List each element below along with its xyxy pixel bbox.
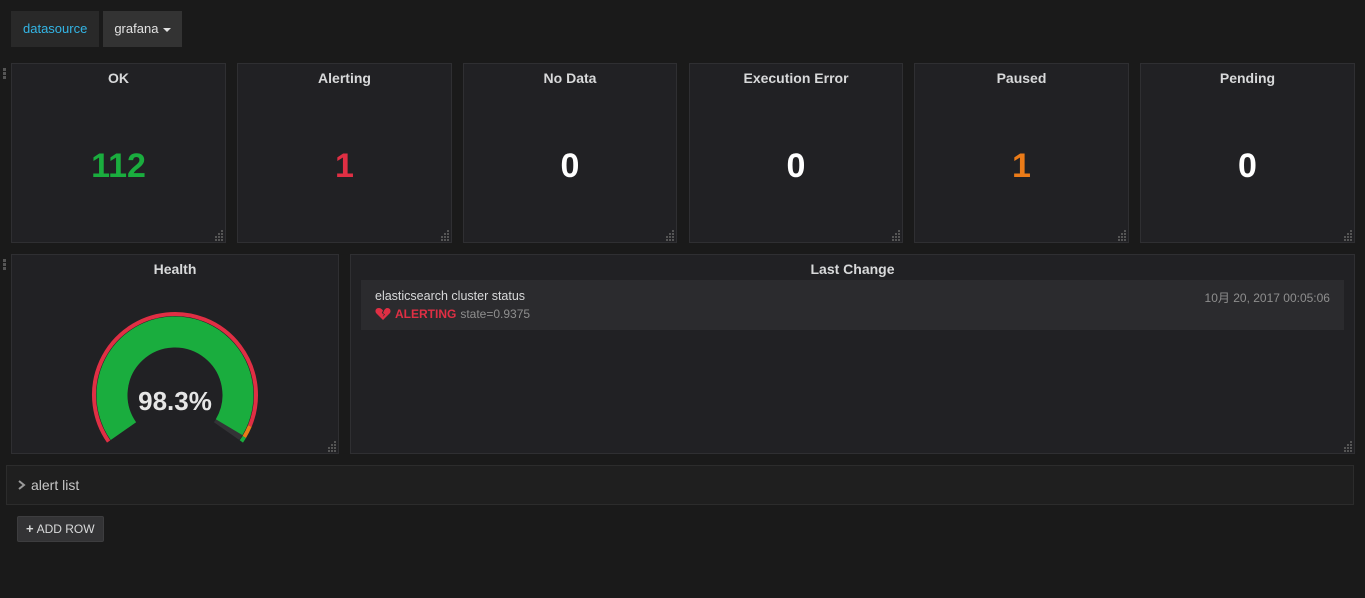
resize-handle-icon[interactable] xyxy=(213,230,223,241)
stat-value: 112 xyxy=(91,147,146,185)
resize-handle-icon[interactable] xyxy=(890,230,900,241)
stat-value: 0 xyxy=(560,147,580,185)
panel-title[interactable]: Alerting xyxy=(238,70,451,86)
resize-handle-icon[interactable] xyxy=(439,230,449,241)
collapsed-row-alert-list[interactable]: alert list xyxy=(6,465,1354,505)
row-drag-handle[interactable] xyxy=(3,259,7,271)
stat-panel-pending[interactable]: Pending 0 xyxy=(1140,63,1355,243)
panel-title[interactable]: Last Change xyxy=(351,261,1354,277)
row-drag-handle[interactable] xyxy=(3,68,7,80)
health-gauge-panel[interactable]: Health 98.3% xyxy=(11,254,339,454)
panel-title[interactable]: Paused xyxy=(915,70,1128,86)
alert-state-label: ALERTING xyxy=(395,307,457,321)
gauge-fill xyxy=(96,316,254,441)
stat-value: 0 xyxy=(1238,147,1257,185)
resize-handle-icon[interactable] xyxy=(1116,230,1126,241)
stat-value: 0 xyxy=(786,147,806,185)
alert-state-info: state=0.9375 xyxy=(460,307,531,321)
resize-handle-icon[interactable] xyxy=(664,230,674,241)
gauge-threshold-arc xyxy=(239,435,246,443)
resize-handle-icon[interactable] xyxy=(1342,441,1352,452)
chevron-right-icon[interactable] xyxy=(16,478,28,492)
alert-state-line: ALERTING state=0.9375 xyxy=(375,307,530,321)
alert-timestamp: 10月 20, 2017 00:05:06 xyxy=(1204,291,1330,305)
stat-panel-execution-error[interactable]: Execution Error 0 xyxy=(689,63,903,243)
alert-rule-name[interactable]: elasticsearch cluster status xyxy=(375,289,525,303)
panel-title[interactable]: No Data xyxy=(464,70,676,86)
stat-value: 1 xyxy=(335,147,354,185)
caret-down-icon xyxy=(163,27,172,32)
datasource-variable-select[interactable]: grafana xyxy=(103,11,183,47)
resize-handle-icon[interactable] xyxy=(1342,230,1352,241)
last-change-panel[interactable]: Last Change elasticsearch cluster status… xyxy=(350,254,1355,454)
add-row-label: ADD ROW xyxy=(36,522,95,536)
add-row-button[interactable]: + ADD ROW xyxy=(17,516,104,542)
panel-title[interactable]: OK xyxy=(12,70,225,86)
plus-icon: + xyxy=(26,521,34,536)
gauge-value-text: 98.3% xyxy=(138,386,212,416)
datasource-variable-value: grafana xyxy=(114,21,159,36)
template-variables-bar: datasource grafana xyxy=(11,11,183,47)
panel-title[interactable]: Execution Error xyxy=(690,70,902,86)
stat-panel-paused[interactable]: Paused 1 xyxy=(914,63,1129,243)
health-gauge: 98.3% xyxy=(92,312,258,443)
alert-list-item[interactable]: elasticsearch cluster status 10月 20, 201… xyxy=(361,280,1344,330)
stat-panel-alerting[interactable]: Alerting 1 xyxy=(237,63,452,243)
stat-value: 1 xyxy=(1012,147,1031,185)
row-title[interactable]: alert list xyxy=(31,477,79,493)
stat-panel-no-data[interactable]: No Data 0 xyxy=(463,63,677,243)
resize-handle-icon[interactable] xyxy=(326,441,336,452)
panel-title[interactable]: Pending xyxy=(1141,70,1354,86)
stat-panel-ok[interactable]: OK 112 xyxy=(11,63,226,243)
broken-heart-icon xyxy=(375,308,391,320)
datasource-variable-label: datasource xyxy=(11,11,100,47)
